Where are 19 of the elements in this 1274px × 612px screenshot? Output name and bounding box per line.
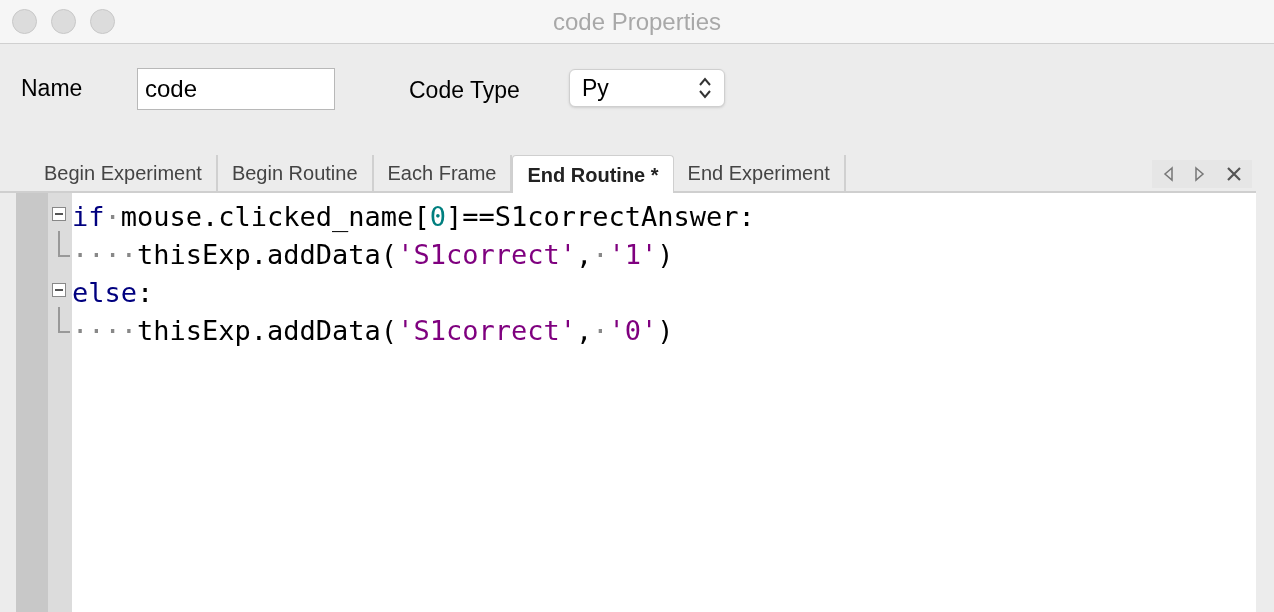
code-line: ····thisExp.addData('S1correct',·'1') (72, 240, 674, 268)
code-line: ····thisExp.addData('S1correct',·'0') (72, 316, 674, 344)
tab[interactable]: Begin Routine (217, 155, 374, 191)
tab[interactable]: End Experiment (673, 155, 846, 191)
up-down-arrows-icon (698, 76, 712, 100)
fold-toggle-icon[interactable] (52, 207, 66, 221)
fold-toggle-icon[interactable] (52, 283, 66, 297)
scroll-left-icon[interactable] (1162, 166, 1174, 182)
code-type-dropdown[interactable]: Py (569, 69, 725, 107)
close-icon[interactable] (1226, 166, 1242, 182)
code-line: else: (72, 278, 154, 306)
tab[interactable]: End Routine * (512, 155, 674, 193)
name-field[interactable]: code (137, 68, 335, 110)
tab[interactable]: Begin Experiment (30, 155, 218, 191)
code-type-label: Code Type (409, 75, 521, 105)
scroll-right-icon[interactable] (1194, 166, 1206, 182)
code-line: if·mouse.clicked_name[0]==S1correctAnswer: (72, 202, 755, 230)
window-title: code Properties (552, 6, 722, 37)
name-label: Name (21, 73, 84, 103)
